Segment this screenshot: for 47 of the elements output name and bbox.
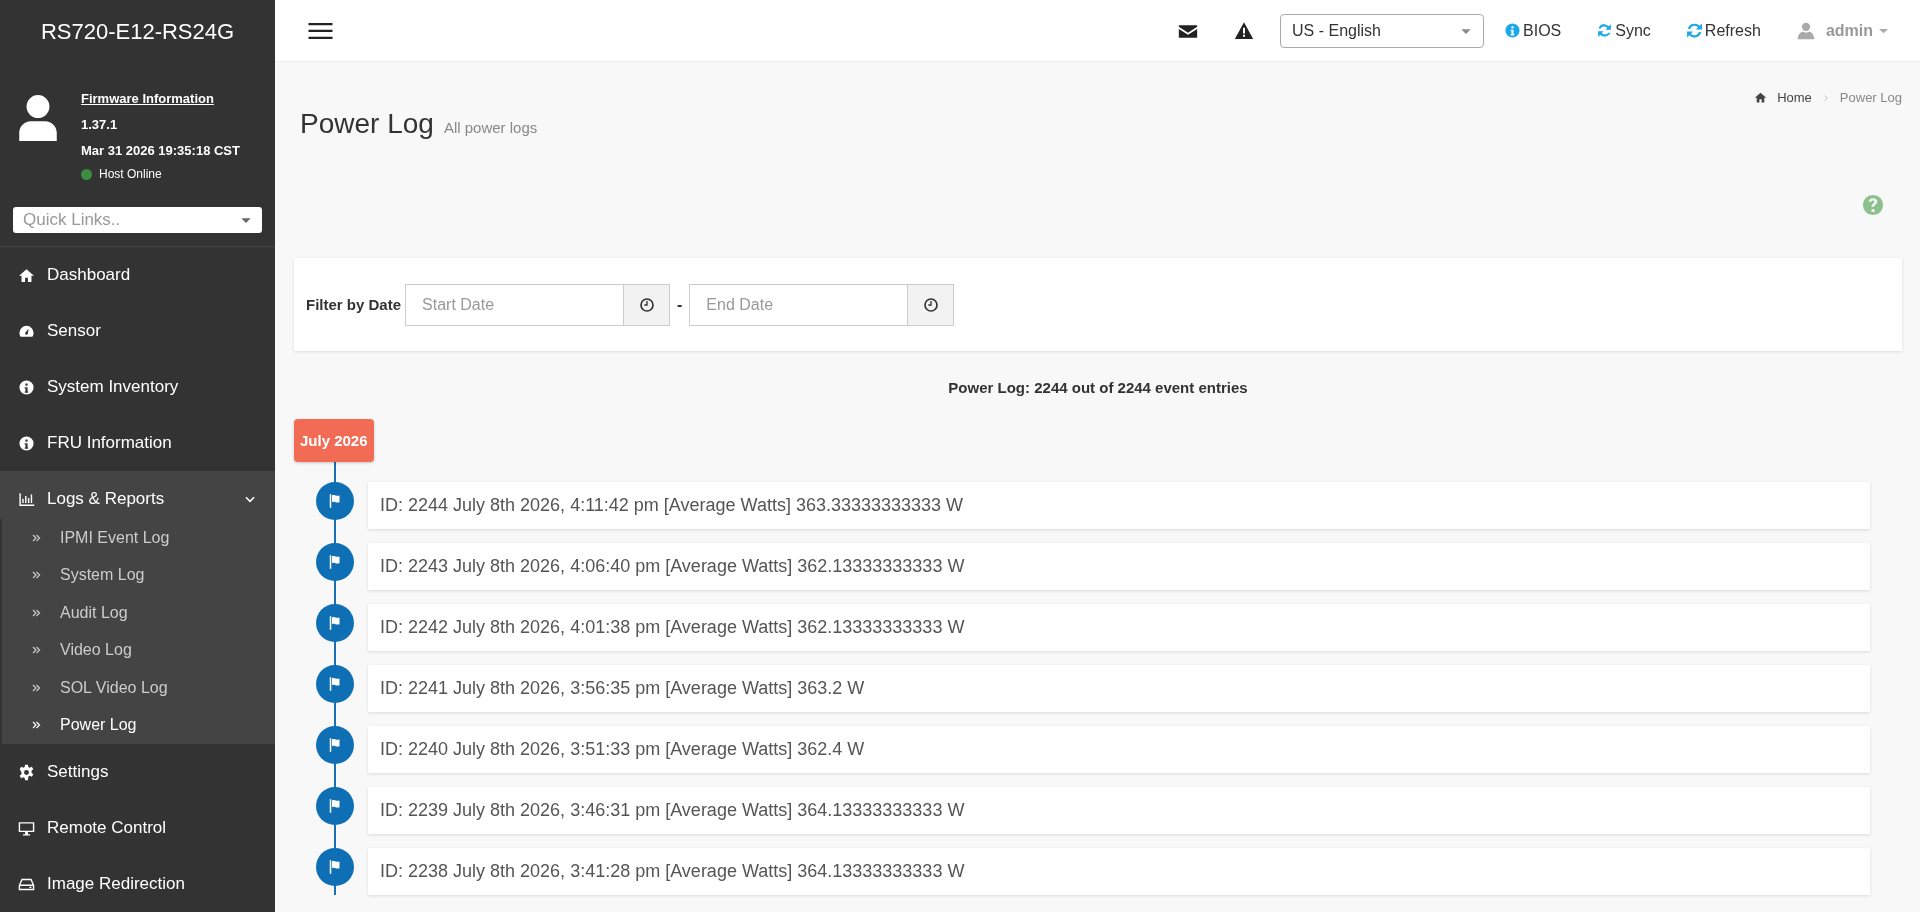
month-label: July 2026 xyxy=(294,419,374,462)
menu-item[interactable]: Image Redirection xyxy=(0,856,275,912)
submenu-item[interactable]: SOL Video Log xyxy=(2,669,275,707)
toolbar-link[interactable]: Refresh xyxy=(1685,21,1761,40)
breadcrumb-link[interactable]: Home xyxy=(1754,90,1812,105)
filter-label: Filter by Date xyxy=(306,296,402,313)
page-title: Power Log xyxy=(300,107,434,141)
entry-count: Power Log: 2244 out of 2244 event entries xyxy=(947,378,1249,398)
submenu-item[interactable]: System Log xyxy=(2,556,275,594)
menu-item[interactable]: FRU Information xyxy=(0,415,275,471)
submenu-item[interactable]: Audit Log xyxy=(2,594,275,632)
toolbar-link[interactable]: Sync xyxy=(1596,21,1651,40)
log-entry: ID: 2241 July 8th 2026, 3:56:35 pm [Average Watts] 363.2 W xyxy=(368,665,1870,712)
log-entry: ID: 2244 July 8th 2026, 4:11:42 pm [Average Watts] 363.33333333333 W xyxy=(368,482,1870,529)
refresh-icon xyxy=(1685,22,1703,39)
clock-button[interactable] xyxy=(908,283,955,326)
clock-button[interactable] xyxy=(624,283,671,326)
log-entry: ID: 2243 July 8th 2026, 4:06:40 pm [Average Watts] 362.13333333333 W xyxy=(368,543,1870,590)
menu-item[interactable]: System Inventory xyxy=(0,359,275,415)
date-field[interactable]: End Date xyxy=(689,283,909,326)
page-subtitle: All power logs xyxy=(443,119,538,136)
clock-icon xyxy=(922,296,939,313)
info-icon xyxy=(1504,22,1522,39)
menu-item[interactable]: Sensor xyxy=(0,303,275,359)
firmware-info-link[interactable]: Firmware Information xyxy=(81,90,214,108)
submenu-item[interactable]: Power Log xyxy=(2,706,275,744)
host-status: Host Online xyxy=(99,166,162,182)
log-entry: ID: 2239 July 8th 2026, 3:46:31 pm [Average Watts] 364.13333333333 W xyxy=(368,787,1870,834)
date-field[interactable]: Start Date xyxy=(405,283,625,326)
log-entry: ID: 2240 July 8th 2026, 3:51:33 pm [Average Watts] 362.4 W xyxy=(368,726,1870,773)
build-date: Mar 31 2026 19:35:18 CST xyxy=(81,142,240,160)
submenu-item[interactable]: Video Log xyxy=(2,631,275,669)
menu-item[interactable]: Settings xyxy=(0,744,275,800)
refresh-icon xyxy=(1596,22,1614,39)
menu-item[interactable]: Remote Control xyxy=(0,800,275,856)
log-entry: ID: 2238 July 8th 2026, 3:41:28 pm [Average Watts] 364.13333333333 W xyxy=(368,848,1870,895)
language-dropdown[interactable]: US - English xyxy=(1280,13,1485,48)
clock-icon xyxy=(638,296,655,313)
range-separator: - xyxy=(677,295,683,314)
firmware-version: 1.37.1 xyxy=(81,116,118,134)
user-icon xyxy=(1795,20,1816,41)
toolbar-link[interactable]: BIOS xyxy=(1504,21,1562,40)
menu-item[interactable]: Dashboard xyxy=(0,247,275,303)
warning-icon[interactable] xyxy=(1234,20,1255,41)
product-title: RS720-E12-RS24G xyxy=(39,18,236,46)
home-icon xyxy=(1754,91,1768,104)
log-entry: ID: 2242 July 8th 2026, 4:01:38 pm [Average Watts] 362.13333333333 W xyxy=(368,604,1870,651)
